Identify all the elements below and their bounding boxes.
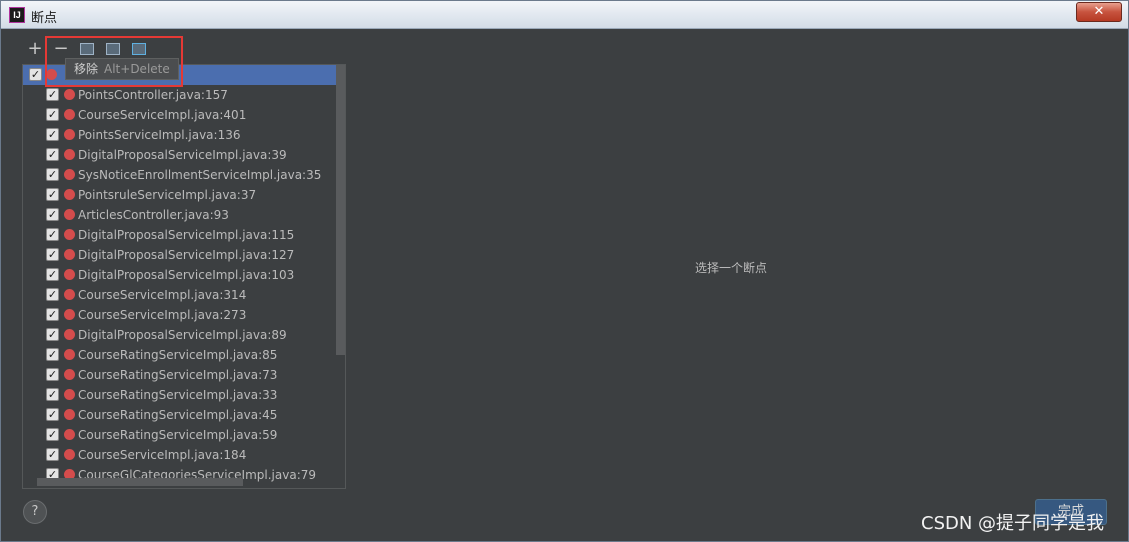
breakpoint-label: CourseRatingServiceImpl.java:33: [78, 388, 278, 402]
breakpoint-icon: [64, 449, 75, 460]
breakpoint-row[interactable]: ✓ CourseServiceImpl.java:184: [23, 445, 345, 465]
breakpoint-label: CourseServiceImpl.java:314: [78, 288, 247, 302]
intellij-icon: IJ: [9, 7, 25, 23]
breakpoint-checkbox[interactable]: ✓: [46, 428, 59, 441]
window-title: 断点: [31, 11, 58, 26]
watermark: CSDN @提子同学是我: [921, 513, 1105, 534]
breakpoint-checkbox[interactable]: ✓: [46, 168, 59, 181]
breakpoint-checkbox[interactable]: ✓: [46, 288, 59, 301]
breakpoint-checkbox[interactable]: ✓: [46, 388, 59, 401]
breakpoint-label: DigitalProposalServiceImpl.java:89: [78, 328, 287, 342]
breakpoint-label: PointsruleServiceImpl.java:37: [78, 188, 257, 202]
breakpoints-dialog: IJ 断点 ✕ + − ✓ ✓ PointsController.java:157…: [0, 0, 1129, 542]
breakpoint-label: CourseServiceImpl.java:184: [78, 448, 247, 462]
breakpoint-checkbox[interactable]: ✓: [46, 188, 59, 201]
breakpoint-icon: [64, 129, 75, 140]
breakpoint-label: CourseRatingServiceImpl.java:59: [78, 428, 278, 442]
breakpoint-icon: [64, 209, 75, 220]
dialog-content: + − ✓ ✓ PointsController.java:157 ✓ CourseS…: [5, 30, 1124, 538]
breakpoint-icon: [64, 389, 75, 400]
detail-placeholder: 选择一个断点: [695, 261, 768, 275]
breakpoint-row[interactable]: ✓ SysNoticeEnrollmentServiceImpl.java:35: [23, 165, 345, 185]
breakpoint-icon: [64, 409, 75, 420]
breakpoint-label: PointsServiceImpl.java:136: [78, 128, 241, 142]
breakpoint-label: CourseServiceImpl.java:273: [78, 308, 247, 322]
vertical-scrollbar[interactable]: [336, 65, 345, 355]
help-button[interactable]: ?: [23, 500, 47, 524]
breakpoint-row[interactable]: ✓ ArticlesController.java:93: [23, 205, 345, 225]
breakpoint-checkbox[interactable]: ✓: [46, 368, 59, 381]
title-bar[interactable]: IJ 断点 ✕: [1, 1, 1128, 29]
breakpoint-row[interactable]: ✓ CourseServiceImpl.java:273: [23, 305, 345, 325]
breakpoint-icon: [64, 329, 75, 340]
tooltip-label: 移除: [74, 62, 99, 76]
breakpoint-row[interactable]: ✓ PointsServiceImpl.java:136: [23, 125, 345, 145]
breakpoint-checkbox[interactable]: ✓: [46, 328, 59, 341]
breakpoint-icon: [64, 149, 75, 160]
breakpoint-row[interactable]: ✓ CourseRatingServiceImpl.java:33: [23, 385, 345, 405]
breakpoint-icon: [64, 269, 75, 280]
breakpoint-checkbox[interactable]: ✓: [46, 448, 59, 461]
close-button[interactable]: ✕: [1076, 2, 1122, 22]
breakpoint-label: DigitalProposalServiceImpl.java:103: [78, 268, 295, 282]
breakpoint-checkbox[interactable]: ✓: [46, 408, 59, 421]
breakpoint-label: CourseServiceImpl.java:401: [78, 108, 247, 122]
breakpoint-checkbox[interactable]: ✓: [46, 228, 59, 241]
breakpoint-icon: [64, 109, 75, 120]
breakpoint-icon: [64, 349, 75, 360]
breakpoint-row[interactable]: ✓ PointsController.java:157: [23, 85, 345, 105]
breakpoint-row[interactable]: ✓ DigitalProposalServiceImpl.java:39: [23, 145, 345, 165]
breakpoint-label: DigitalProposalServiceImpl.java:39: [78, 148, 287, 162]
horizontal-scrollbar[interactable]: [37, 478, 243, 486]
tooltip-shortcut: Alt+Delete: [104, 62, 170, 76]
breakpoint-checkbox[interactable]: ✓: [46, 148, 59, 161]
add-breakpoint-button[interactable]: +: [25, 40, 45, 60]
breakpoint-row[interactable]: ✓ CourseRatingServiceImpl.java:59: [23, 425, 345, 445]
breakpoint-label: DigitalProposalServiceImpl.java:115: [78, 228, 295, 242]
breakpoint-row[interactable]: ✓ CourseRatingServiceImpl.java:85: [23, 345, 345, 365]
breakpoint-icon: [64, 169, 75, 180]
breakpoint-icon: [64, 89, 75, 100]
breakpoint-checkbox[interactable]: ✓: [46, 248, 59, 261]
breakpoint-checkbox[interactable]: ✓: [46, 88, 59, 101]
breakpoint-label: ArticlesController.java:93: [78, 208, 229, 222]
breakpoint-row[interactable]: ✓ PointsruleServiceImpl.java:37: [23, 185, 345, 205]
breakpoint-checkbox[interactable]: ✓: [46, 128, 59, 141]
breakpoint-icon: [64, 289, 75, 300]
breakpoint-row[interactable]: ✓ CourseRatingServiceImpl.java:73: [23, 365, 345, 385]
breakpoint-row[interactable]: ✓ CourseServiceImpl.java:401: [23, 105, 345, 125]
breakpoint-label: DigitalProposalServiceImpl.java:127: [78, 248, 295, 262]
breakpoint-label: CourseRatingServiceImpl.java:73: [78, 368, 278, 382]
breakpoint-label: CourseRatingServiceImpl.java:85: [78, 348, 278, 362]
breakpoint-row[interactable]: ✓ DigitalProposalServiceImpl.java:127: [23, 245, 345, 265]
breakpoint-icon: [64, 429, 75, 440]
breakpoint-tree[interactable]: ✓ ✓ PointsController.java:157 ✓ CourseServi…: [22, 64, 346, 489]
breakpoint-row[interactable]: ✓ CourseServiceImpl.java:314: [23, 285, 345, 305]
breakpoint-icon: [64, 249, 75, 260]
breakpoint-checkbox[interactable]: ✓: [46, 108, 59, 121]
breakpoint-checkbox[interactable]: ✓: [46, 308, 59, 321]
breakpoint-icon: [64, 229, 75, 240]
breakpoint-icon: [64, 309, 75, 320]
breakpoint-row[interactable]: ✓ DigitalProposalServiceImpl.java:103: [23, 265, 345, 285]
breakpoint-row[interactable]: ✓ DigitalProposalServiceImpl.java:89: [23, 325, 345, 345]
breakpoint-checkbox[interactable]: ✓: [46, 348, 59, 361]
breakpoint-icon: [64, 369, 75, 380]
breakpoint-checkbox[interactable]: ✓: [46, 268, 59, 281]
remove-tooltip: 移除 Alt+Delete: [65, 58, 179, 80]
breakpoint-icon: [64, 189, 75, 200]
root-checkbox[interactable]: ✓: [29, 68, 42, 81]
breakpoint-label: SysNoticeEnrollmentServiceImpl.java:35: [78, 168, 322, 182]
breakpoint-label: PointsController.java:157: [78, 88, 228, 102]
breakpoint-label: CourseRatingServiceImpl.java:45: [78, 408, 278, 422]
breakpoint-row[interactable]: ✓ CourseRatingServiceImpl.java:45: [23, 405, 345, 425]
breakpoint-checkbox[interactable]: ✓: [46, 208, 59, 221]
breakpoint-row[interactable]: ✓ DigitalProposalServiceImpl.java:115: [23, 225, 345, 245]
